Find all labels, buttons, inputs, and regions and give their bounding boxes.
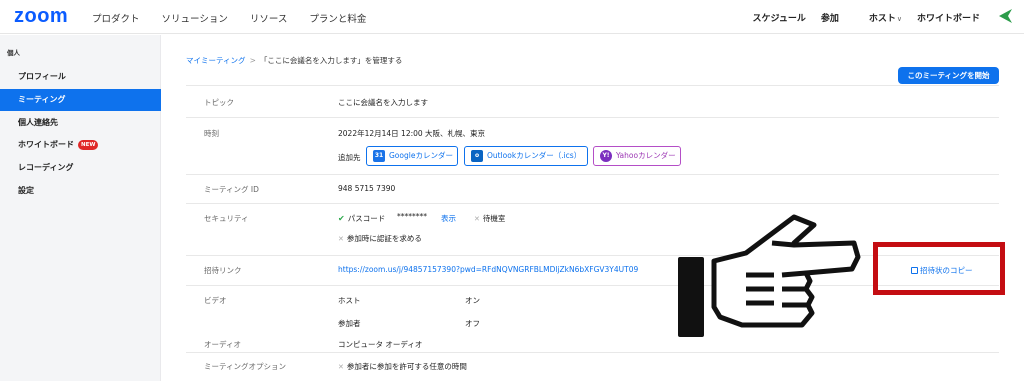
require-auth-label: 参加時に認証を求める	[346, 234, 422, 243]
meeting-id-label: ミーティング ID	[204, 185, 259, 194]
sidebar-item-contacts[interactable]: 個人連絡先	[0, 112, 161, 134]
sidebar: 個人 プロフィール ミーティング 個人連絡先 ホワイトボード NEW レコーディン…	[0, 35, 161, 381]
yahoo-icon: Y!	[600, 150, 612, 162]
google-calendar-icon: 31	[373, 150, 385, 162]
check-icon: ✔	[338, 214, 345, 223]
add-to-label: 追加先	[338, 153, 361, 162]
meeting-id-value: 948 5715 7390	[338, 184, 396, 193]
nav-join[interactable]: 参加	[821, 11, 839, 24]
sidebar-item-meetings[interactable]: ミーティング	[0, 89, 161, 111]
waiting-room-label: 待機室	[482, 214, 506, 223]
copy-invitation-label: 招待状のコピー	[920, 266, 973, 275]
waiting-room-row: ✕ 待機室	[474, 213, 505, 224]
google-calendar-button[interactable]: 31 Googleカレンダー	[366, 146, 458, 166]
breadcrumb-my-meetings[interactable]: マイミーティング	[186, 56, 246, 65]
breadcrumb-current: 「ここに会議名を入力します」を管理する	[259, 56, 403, 65]
chevron-down-icon: ∨	[896, 15, 902, 23]
video-host-value: オン	[465, 296, 480, 305]
video-label: ビデオ	[204, 296, 227, 305]
top-navigation: zoom プロダクト ソリューション リソース プランと料金 スケジュール 参加…	[0, 0, 1024, 34]
video-participant-label: 参加者	[338, 319, 361, 328]
sidebar-item-settings[interactable]: 設定	[0, 180, 161, 202]
passcode-value: ********	[397, 212, 427, 221]
time-label: 時刻	[204, 129, 219, 138]
copy-icon	[911, 267, 918, 274]
sidebar-item-recordings[interactable]: レコーディング	[0, 157, 161, 179]
video-participant-value: オフ	[465, 319, 480, 328]
new-badge: NEW	[78, 139, 99, 150]
sidebar-item-label: ホワイトボード	[18, 140, 74, 149]
time-value: 2022年12月14日 12:00 大阪、札幌、東京	[338, 129, 486, 138]
passcode-row: ✔ パスコード	[338, 213, 385, 224]
nav-products[interactable]: プロダクト	[92, 11, 140, 25]
meeting-options-row: ✕ 参加者に参加を許可する任意の時間	[338, 361, 467, 372]
divider	[186, 352, 999, 353]
nav-pricing[interactable]: プランと料金	[309, 11, 366, 25]
video-host-label: ホスト	[338, 296, 361, 305]
send-icon[interactable]	[996, 6, 1016, 26]
primary-nav: プロダクト ソリューション リソース プランと料金	[92, 11, 388, 25]
zoom-logo[interactable]: zoom	[14, 5, 68, 28]
breadcrumb-separator: >	[249, 56, 256, 65]
divider	[186, 117, 999, 118]
nav-host-label: ホスト	[868, 14, 896, 24]
nav-schedule[interactable]: スケジュール	[752, 11, 805, 24]
sidebar-item-whiteboard[interactable]: ホワイトボード NEW	[0, 134, 161, 156]
x-icon: ✕	[338, 235, 344, 243]
outlook-calendar-button[interactable]: o Outlookカレンダー（.ics）	[464, 146, 588, 166]
x-icon: ✕	[338, 363, 344, 371]
divider	[186, 203, 999, 204]
invite-link-label: 招待リンク	[204, 266, 242, 275]
sidebar-item-profile[interactable]: プロフィール	[0, 66, 161, 88]
passcode-label: パスコード	[347, 214, 386, 223]
yahoo-calendar-button[interactable]: Y! Yahooカレンダー	[593, 146, 681, 166]
divider	[186, 85, 999, 86]
invite-link-url[interactable]: https://zoom.us/j/94857157390?pwd=RFdNQV…	[338, 265, 638, 274]
secondary-nav: スケジュール 参加 ホスト∨ ホワイトボード	[737, 11, 980, 24]
nav-host[interactable]: ホスト∨	[854, 11, 902, 24]
outlook-calendar-label: Outlookカレンダー（.ics）	[487, 151, 582, 160]
pointing-hand-icon	[678, 214, 861, 337]
meeting-options-value: 参加者に参加を許可する任意の時間	[346, 362, 467, 371]
outlook-icon: o	[471, 150, 483, 162]
copy-invitation-button[interactable]: 招待状のコピー	[911, 265, 973, 276]
audio-label: オーディオ	[204, 340, 241, 349]
topic-value: ここに会議名を入力します	[338, 98, 428, 107]
x-icon: ✕	[474, 215, 480, 223]
sidebar-heading: 個人	[7, 49, 20, 57]
nav-whiteboard[interactable]: ホワイトボード	[917, 11, 980, 24]
audio-value: コンピュータ オーディオ	[338, 340, 423, 349]
start-meeting-button[interactable]: このミーティングを開始	[898, 67, 999, 84]
yahoo-calendar-label: Yahooカレンダー	[616, 151, 676, 160]
topic-label: トピック	[204, 98, 234, 107]
show-passcode-link[interactable]: 表示	[441, 213, 456, 224]
google-calendar-label: Googleカレンダー	[389, 151, 453, 160]
meeting-options-label: ミーティングオプション	[204, 362, 287, 371]
breadcrumb: マイミーティング > 「ここに会議名を入力します」を管理する	[186, 55, 402, 66]
require-auth-row: ✕ 参加時に認証を求める	[338, 233, 422, 244]
divider	[186, 174, 999, 175]
nav-resources[interactable]: リソース	[250, 11, 288, 25]
security-label: セキュリティ	[204, 214, 249, 223]
nav-solutions[interactable]: ソリューション	[162, 11, 228, 25]
